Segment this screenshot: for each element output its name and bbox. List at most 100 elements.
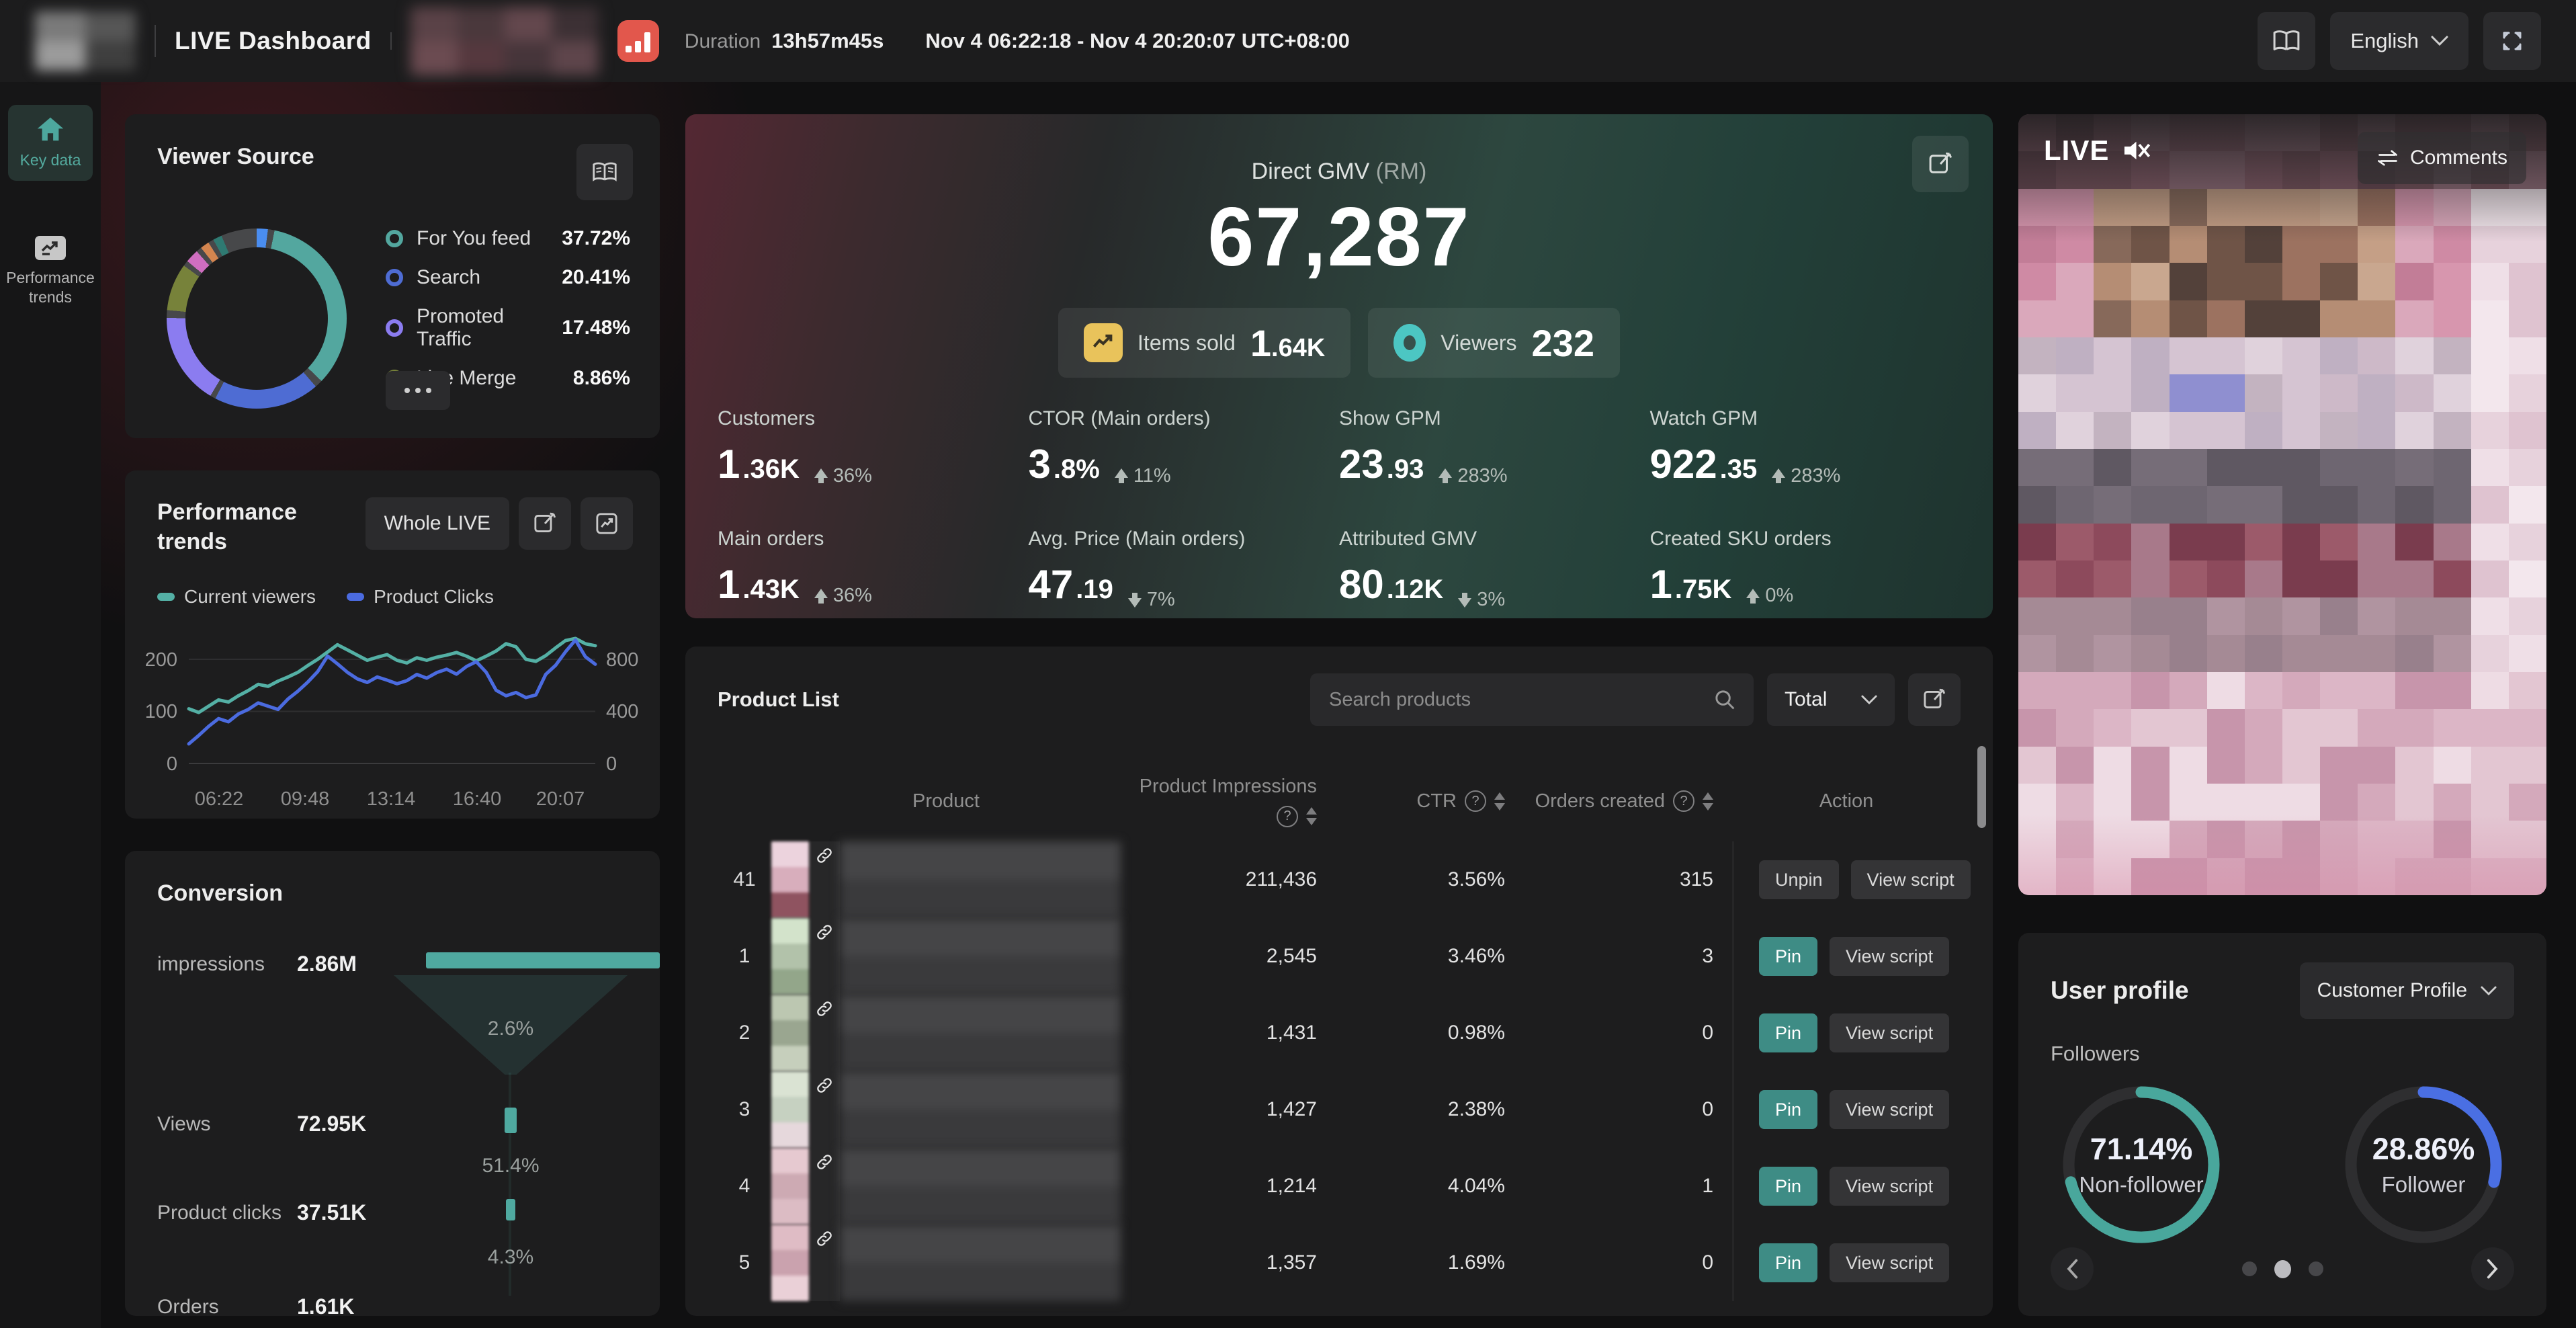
link-icon[interactable]: [816, 1077, 833, 1094]
column-header[interactable]: CTR?: [1336, 790, 1524, 813]
product-thumbnail: [771, 918, 809, 995]
legend-item: Promoted Traffic17.48%: [386, 305, 630, 351]
legend-swatch: [386, 269, 403, 286]
link-icon[interactable]: [816, 847, 833, 864]
product-title-blurred: [840, 841, 1121, 918]
ctr-value: 2.38%: [1336, 1098, 1524, 1121]
edit-icon: [533, 511, 557, 536]
search-input[interactable]: [1328, 688, 1703, 712]
language-selector[interactable]: English: [2330, 12, 2468, 70]
pin-button[interactable]: Pin: [1759, 1090, 1817, 1129]
product-rank: 2: [718, 1022, 771, 1044]
view-script-button[interactable]: View script: [1851, 860, 1971, 899]
ctr-value: 3.46%: [1336, 945, 1524, 968]
orders-value: 3: [1524, 945, 1732, 968]
impressions-value: 1,427: [1121, 1098, 1336, 1121]
view-script-button[interactable]: View script: [1830, 1167, 1949, 1206]
chevron-down-icon: [2431, 36, 2448, 46]
action-cell: Pin View script: [1732, 918, 1961, 995]
app-logo: [35, 11, 136, 71]
link-icon[interactable]: [816, 1000, 833, 1018]
book-icon: [2272, 29, 2301, 53]
chevron-down-icon: [1861, 695, 1877, 705]
column-header[interactable]: Orders created?: [1524, 790, 1732, 813]
svg-text:0: 0: [606, 753, 617, 775]
view-script-button[interactable]: View script: [1830, 937, 1949, 976]
edit-list-button[interactable]: [1908, 673, 1961, 726]
help-icon[interactable]: ?: [1465, 790, 1486, 812]
ctr-value: 3.56%: [1336, 868, 1524, 891]
scrollbar-thumb[interactable]: [1977, 746, 1986, 828]
svg-text:400: 400: [606, 701, 638, 722]
help-icon[interactable]: ?: [1673, 790, 1694, 812]
pin-button[interactable]: Pin: [1759, 1013, 1817, 1052]
guide-button[interactable]: [2258, 12, 2315, 70]
link-icon[interactable]: [816, 923, 833, 941]
panel-title: Performance trends: [157, 497, 339, 556]
product-title-blurred: [840, 995, 1121, 1071]
conversion-rate: 2.6%: [488, 1018, 533, 1040]
action-cell: Unpin View script: [1732, 841, 1961, 918]
pin-button[interactable]: Pin: [1759, 937, 1817, 976]
carousel-dot[interactable]: [2242, 1261, 2257, 1276]
carousel-dot[interactable]: [2274, 1260, 2291, 1278]
muted-speaker-icon[interactable]: [2122, 137, 2152, 164]
carousel-prev-button[interactable]: [2051, 1247, 2094, 1290]
funnel-step-orders: Orders 1.61K: [157, 1294, 354, 1319]
table-row: 3 1,427 2.38% 0 Pin View script: [718, 1071, 1961, 1148]
divider: [155, 25, 156, 57]
conversion-panel: Conversion impressions 2.86M 2.6% Views …: [125, 851, 660, 1316]
gmv-metrics-grid: Customers 1.36K 36%CTOR (Main orders) 3.…: [718, 407, 1961, 611]
sort-icon[interactable]: [1306, 807, 1317, 825]
orders-value: 315: [1524, 868, 1732, 891]
user-profile-panel: User profile Customer Profile Followers …: [2018, 933, 2546, 1316]
open-trends-button[interactable]: [581, 497, 633, 550]
sidebar-item-key-data[interactable]: Key data: [8, 105, 93, 181]
product-rank: 3: [718, 1098, 771, 1121]
fullscreen-button[interactable]: [2483, 12, 2541, 70]
carousel-dot[interactable]: [2309, 1261, 2323, 1276]
view-script-button[interactable]: View script: [1830, 1013, 1949, 1052]
sidebar-item-performance-trends[interactable]: Performance trends: [8, 225, 93, 318]
legend-item: Search20.41%: [386, 266, 630, 289]
panel-title: Product List: [718, 688, 1310, 712]
up-arrow-icon: [814, 468, 828, 483]
live-video-panel: LIVE Comments: [2018, 114, 2546, 895]
viewer-source-more-button[interactable]: [386, 371, 450, 410]
carousel-next-button[interactable]: [2471, 1247, 2514, 1290]
sort-icon[interactable]: [1703, 792, 1713, 811]
trend-icon: [35, 236, 66, 260]
viewer-source-report-button[interactable]: [576, 144, 633, 200]
dropdown-label: Customer Profile: [2317, 979, 2467, 1002]
impressions-value: 1,431: [1121, 1022, 1336, 1044]
view-script-button[interactable]: View script: [1830, 1243, 1949, 1282]
orders-value: 1: [1524, 1175, 1732, 1198]
search-icon[interactable]: [1713, 688, 1736, 711]
product-thumbnail: [771, 1148, 809, 1225]
legend-swatch: [157, 593, 175, 601]
sidebar-item-label: Key data: [20, 151, 81, 170]
profile-type-dropdown[interactable]: Customer Profile: [2300, 962, 2514, 1019]
expand-icon: [2499, 28, 2526, 54]
comments-toggle-button[interactable]: Comments: [2358, 132, 2526, 184]
scope-selector-button[interactable]: Whole LIVE: [366, 497, 509, 550]
legend-swatch: [386, 319, 403, 337]
product-cell: [771, 1225, 1121, 1301]
gmv-metric: Show GPM 23.93 283%: [1339, 407, 1650, 491]
edit-chart-button[interactable]: [519, 497, 571, 550]
performance-trends-chart: 2001000800400006:2209:4813:1416:4020:07: [125, 602, 660, 819]
pin-button[interactable]: Pin: [1759, 1243, 1817, 1282]
pin-button[interactable]: Unpin: [1759, 860, 1839, 899]
link-icon[interactable]: [816, 1230, 833, 1247]
column-header[interactable]: Product Impressions?: [1121, 776, 1336, 827]
impressions-value: 1,357: [1121, 1251, 1336, 1274]
link-icon[interactable]: [816, 1153, 833, 1171]
pin-button[interactable]: Pin: [1759, 1167, 1817, 1206]
product-rank: 4: [718, 1175, 771, 1198]
sort-icon[interactable]: [1494, 792, 1505, 811]
help-icon[interactable]: ?: [1277, 806, 1298, 827]
chart-line-icon: [595, 511, 619, 536]
scope-filter-dropdown[interactable]: Total: [1767, 673, 1895, 726]
view-script-button[interactable]: View script: [1830, 1090, 1949, 1129]
video-bottom-gradient: [2018, 815, 2546, 895]
